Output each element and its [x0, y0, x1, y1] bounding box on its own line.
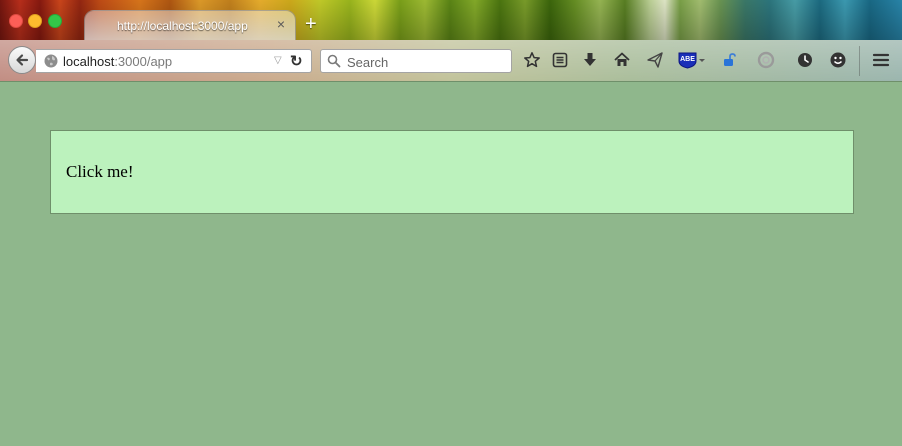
abe-shield-icon[interactable]: ABE [678, 51, 706, 69]
tab-close-icon[interactable]: × [277, 16, 285, 32]
reading-list-icon[interactable] [551, 51, 569, 69]
back-arrow-icon [16, 54, 29, 66]
tab-active[interactable]: http://localhost:3000/app × [84, 10, 296, 41]
browser-window: http://localhost:3000/app × + localhost:… [0, 0, 902, 446]
back-button[interactable] [8, 46, 36, 74]
toolbar-separator [859, 46, 860, 76]
nav-bar: localhost:3000/app ▽ ↻ Search ABE [0, 40, 902, 82]
globe-icon [44, 54, 58, 68]
new-tab-button[interactable]: + [305, 14, 317, 34]
star-icon[interactable] [523, 51, 541, 69]
url-host: localhost [63, 54, 115, 69]
smiley-icon[interactable] [829, 51, 847, 69]
url-bar[interactable]: localhost:3000/app ▽ ↻ [36, 49, 312, 73]
circle-icon[interactable] [757, 51, 775, 69]
send-icon[interactable] [646, 51, 664, 69]
search-icon [327, 54, 341, 68]
home-icon[interactable] [613, 51, 631, 69]
dropdown-triangle-icon[interactable]: ▽ [274, 55, 282, 66]
history-icon[interactable] [796, 51, 814, 69]
lock-icon[interactable] [721, 51, 739, 69]
title-bar: http://localhost:3000/app × + [0, 0, 902, 41]
search-bar[interactable] [320, 49, 512, 73]
search-input[interactable] [345, 52, 509, 72]
click-me-label: Click me! [66, 162, 134, 181]
abe-label: ABE [680, 56, 695, 63]
close-window-button[interactable] [9, 14, 23, 28]
hamburger-menu-icon[interactable] [872, 51, 890, 69]
maximize-window-button[interactable] [48, 14, 62, 28]
click-me-button[interactable]: Click me! [50, 130, 854, 214]
url-path: :3000/app [114, 54, 173, 69]
url-text: localhost:3000/app [63, 54, 172, 69]
reload-icon[interactable]: ↻ [290, 52, 303, 70]
download-icon[interactable] [581, 51, 599, 69]
tab-title: http://localhost:3000/app [117, 19, 248, 33]
minimize-window-button[interactable] [28, 14, 42, 28]
